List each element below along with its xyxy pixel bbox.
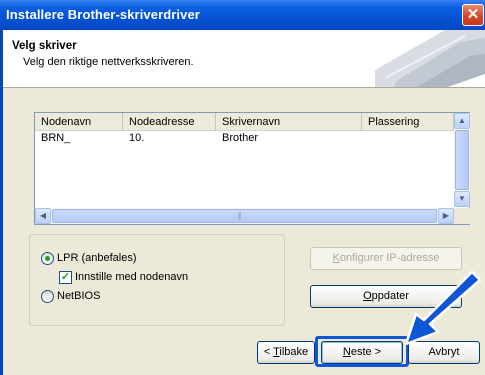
- cell-nodeaddress: 10.: [129, 132, 145, 144]
- page-title: Velg skriver: [12, 40, 77, 52]
- grip-icon: |||: [238, 213, 242, 220]
- update-accel: O: [363, 290, 372, 302]
- cell-printername: Brother: [222, 132, 259, 144]
- check-icon: ✓: [60, 271, 71, 283]
- cancel-label: Avbryt: [428, 346, 460, 358]
- horizontal-scrollbar[interactable]: ◀ ||| ▶: [35, 208, 454, 224]
- update-label: ppdater: [371, 290, 409, 302]
- scroll-up-icon: ▲: [458, 116, 466, 125]
- page-subtitle: Velg den riktige nettverksskriveren.: [23, 56, 194, 68]
- netbios-label[interactable]: NetBIOS: [57, 290, 100, 302]
- scroll-down-button[interactable]: ▼: [454, 191, 470, 207]
- configure-ip-button[interactable]: Konfigurer IP-adresse: [310, 247, 462, 270]
- cell-nodename: BRN_: [41, 132, 71, 144]
- configure-ip-label: onfigurer IP-adresse: [339, 252, 440, 264]
- printer-list[interactable]: Nodenavn Nodeadresse Skrivernavn Plasser…: [34, 112, 470, 225]
- horizontal-scroll-thumb[interactable]: |||: [52, 209, 437, 223]
- lpr-label[interactable]: LPR (anbefales): [57, 252, 137, 264]
- column-nodeaddress[interactable]: Nodeadresse: [123, 113, 216, 131]
- scroll-left-button[interactable]: ◀: [35, 208, 51, 224]
- next-button-highlight: [315, 336, 409, 367]
- configure-ip-accel: K: [332, 252, 340, 264]
- netbios-radio[interactable]: [41, 290, 54, 303]
- column-nodename[interactable]: Nodenavn: [35, 113, 123, 131]
- column-location[interactable]: Plassering: [362, 113, 454, 131]
- title-bar: Installere Brother-skriverdriver ✕: [0, 0, 485, 30]
- cell-location: [362, 131, 368, 146]
- scroll-right-icon: ▶: [442, 211, 450, 220]
- set-with-nodename-checkbox[interactable]: ✓: [59, 271, 72, 284]
- close-icon: ✕: [466, 6, 480, 23]
- vertical-scrollbar[interactable]: ▲ ▼: [454, 113, 470, 207]
- cancel-button[interactable]: Avbryt: [408, 341, 480, 364]
- scroll-corner: [454, 208, 470, 224]
- close-button[interactable]: ✕: [462, 4, 484, 26]
- table-row[interactable]: BRN_ 10. Brother: [35, 131, 454, 146]
- window-title: Installere Brother-skriverdriver: [6, 7, 200, 22]
- back-button[interactable]: < Tilbake: [257, 341, 315, 364]
- vertical-scroll-thumb[interactable]: [455, 130, 469, 190]
- printer-graphic-icon: [375, 30, 485, 87]
- back-label: ilbake: [279, 346, 309, 358]
- set-with-nodename-label[interactable]: Innstille med nodenavn: [75, 271, 188, 283]
- lpr-radio[interactable]: [41, 252, 54, 265]
- update-button[interactable]: Oppdater: [310, 285, 462, 308]
- list-header: Nodenavn Nodeadresse Skrivernavn Plasser…: [35, 113, 454, 131]
- scroll-left-icon: ◀: [39, 211, 47, 220]
- scroll-down-icon: ▼: [458, 194, 466, 203]
- scroll-right-button[interactable]: ▶: [438, 208, 454, 224]
- column-printername[interactable]: Skrivernavn: [216, 113, 362, 131]
- wizard-header: Velg skriver Velg den riktige nettverkss…: [3, 30, 485, 88]
- scroll-up-button[interactable]: ▲: [454, 113, 470, 129]
- back-prefix: <: [263, 346, 274, 358]
